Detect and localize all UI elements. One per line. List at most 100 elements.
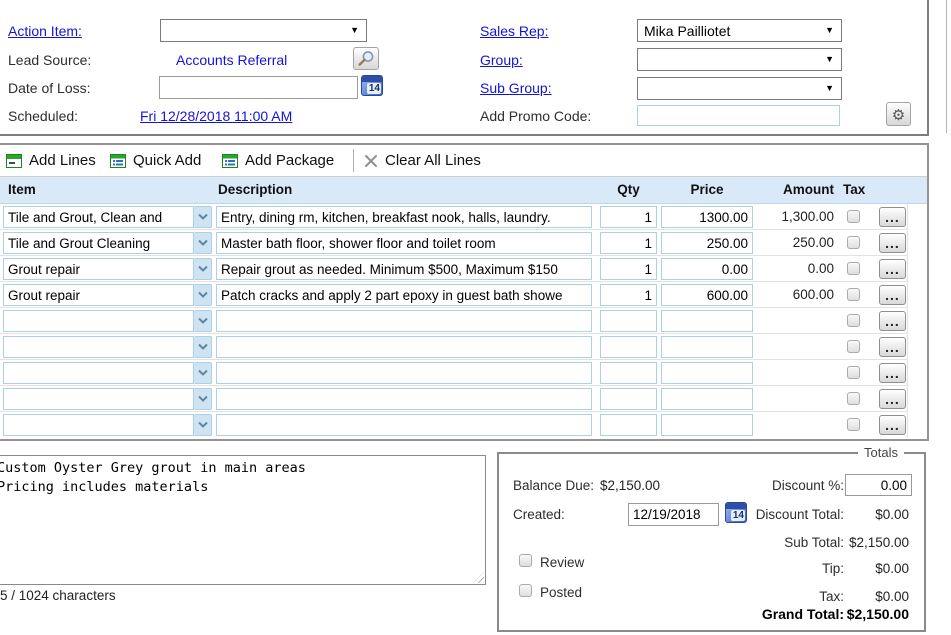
price-input[interactable]	[661, 388, 753, 410]
tax-checkbox[interactable]	[847, 314, 860, 327]
row-options-button[interactable]	[879, 337, 906, 357]
row-options-button[interactable]	[879, 259, 906, 279]
item-input[interactable]	[3, 336, 194, 358]
price-input[interactable]	[661, 232, 753, 254]
qty-input[interactable]	[600, 206, 657, 228]
qty-input[interactable]	[600, 362, 657, 384]
tax-checkbox[interactable]	[847, 340, 860, 353]
action-item-label[interactable]: Action Item:	[8, 23, 82, 39]
tax-checkbox[interactable]	[847, 392, 860, 405]
amount-value: 0.00	[760, 256, 834, 282]
discount-pct-input[interactable]	[845, 474, 912, 496]
item-input[interactable]	[3, 232, 194, 254]
item-input[interactable]	[3, 414, 194, 436]
item-input[interactable]	[3, 206, 194, 228]
sales-rep-label[interactable]: Sales Rep:	[480, 23, 548, 39]
promo-gear-button[interactable]	[886, 102, 911, 126]
scheduled-value-link[interactable]: Fri 12/28/2018 11:00 AM	[140, 108, 292, 124]
lead-source-value[interactable]: Accounts Referral	[176, 52, 287, 68]
item-input[interactable]	[3, 284, 194, 306]
description-input[interactable]	[216, 284, 592, 306]
clear-all-lines-button[interactable]: Clear All Lines	[364, 145, 481, 176]
item-dropdown-button[interactable]	[194, 414, 212, 436]
description-input[interactable]	[216, 414, 592, 436]
tax-checkbox[interactable]	[847, 210, 860, 223]
date-of-loss-input[interactable]	[159, 76, 358, 99]
sales-rep-select[interactable]: Mika Pailliotet	[637, 19, 842, 42]
price-input[interactable]	[661, 362, 753, 384]
qty-input[interactable]	[600, 336, 657, 358]
row-options-button[interactable]	[879, 285, 906, 305]
action-item-select[interactable]	[160, 19, 367, 42]
amount-value: 250.00	[760, 230, 834, 256]
tax-checkbox[interactable]	[847, 262, 860, 275]
description-input[interactable]	[216, 362, 592, 384]
posted-checkbox[interactable]	[519, 584, 532, 597]
description-input[interactable]	[216, 336, 592, 358]
row-options-button[interactable]	[879, 311, 906, 331]
row-options-button[interactable]	[879, 233, 906, 253]
item-input[interactable]	[3, 362, 194, 384]
item-input[interactable]	[3, 310, 194, 332]
item-dropdown-button[interactable]	[194, 258, 212, 280]
add-lines-icon	[6, 153, 22, 169]
sub-group-select[interactable]	[637, 77, 842, 100]
lead-source-lookup-button[interactable]	[353, 47, 379, 70]
clear-all-lines-label: Clear All Lines	[385, 152, 481, 169]
group-select[interactable]	[637, 48, 842, 71]
price-input[interactable]	[661, 284, 753, 306]
totals-legend: Totals	[858, 445, 904, 460]
description-input[interactable]	[216, 206, 592, 228]
item-dropdown-button[interactable]	[194, 284, 212, 306]
row-options-button[interactable]	[879, 207, 906, 227]
description-input[interactable]	[216, 310, 592, 332]
sub-group-label[interactable]: Sub Group:	[480, 80, 552, 96]
row-options-button[interactable]	[879, 389, 906, 409]
calendar-icon[interactable]	[725, 502, 747, 523]
promo-code-input[interactable]	[637, 105, 840, 126]
price-input[interactable]	[661, 414, 753, 436]
review-checkbox[interactable]	[519, 554, 532, 567]
description-input[interactable]	[216, 258, 592, 280]
qty-input[interactable]	[600, 258, 657, 280]
grid-header-row: Item Description Qty Price Amount Tax	[0, 177, 927, 204]
qty-input[interactable]	[600, 388, 657, 410]
item-dropdown-button[interactable]	[194, 362, 212, 384]
price-input[interactable]	[661, 310, 753, 332]
price-input[interactable]	[661, 336, 753, 358]
description-input[interactable]	[216, 388, 592, 410]
group-label[interactable]: Group:	[480, 52, 523, 68]
price-input[interactable]	[661, 206, 753, 228]
tip-label: Tip:	[822, 561, 844, 576]
price-input[interactable]	[661, 258, 753, 280]
scheduled-label: Scheduled:	[8, 108, 78, 124]
description-input[interactable]	[216, 232, 592, 254]
add-package-button[interactable]: Add Package	[222, 145, 334, 176]
item-dropdown-button[interactable]	[194, 310, 212, 332]
qty-input[interactable]	[600, 284, 657, 306]
qty-input[interactable]	[600, 232, 657, 254]
created-date-input[interactable]	[628, 503, 719, 526]
item-dropdown-button[interactable]	[194, 232, 212, 254]
grid-rows: 1,300.00 250.00 0.00	[0, 204, 908, 438]
item-dropdown-button[interactable]	[194, 336, 212, 358]
item-input[interactable]	[3, 258, 194, 280]
add-lines-button[interactable]: Add Lines	[6, 145, 96, 176]
item-dropdown-button[interactable]	[194, 388, 212, 410]
tax-checkbox[interactable]	[847, 366, 860, 379]
calendar-icon[interactable]	[361, 75, 383, 96]
item-dropdown-button[interactable]	[194, 206, 212, 228]
quick-add-button[interactable]: Quick Add	[110, 145, 201, 176]
row-options-button[interactable]	[879, 415, 906, 435]
tax-checkbox[interactable]	[847, 418, 860, 431]
qty-input[interactable]	[600, 310, 657, 332]
balance-due-label: Balance Due:	[513, 478, 594, 493]
notes-textarea[interactable]: Custom Oyster Grey grout in main areas P…	[0, 455, 486, 585]
tax-checkbox[interactable]	[847, 236, 860, 249]
grand-total-value: $2,150.00	[847, 606, 909, 622]
qty-input[interactable]	[600, 414, 657, 436]
tax-checkbox[interactable]	[847, 288, 860, 301]
item-input[interactable]	[3, 388, 194, 410]
add-lines-label: Add Lines	[29, 152, 96, 169]
row-options-button[interactable]	[879, 363, 906, 383]
